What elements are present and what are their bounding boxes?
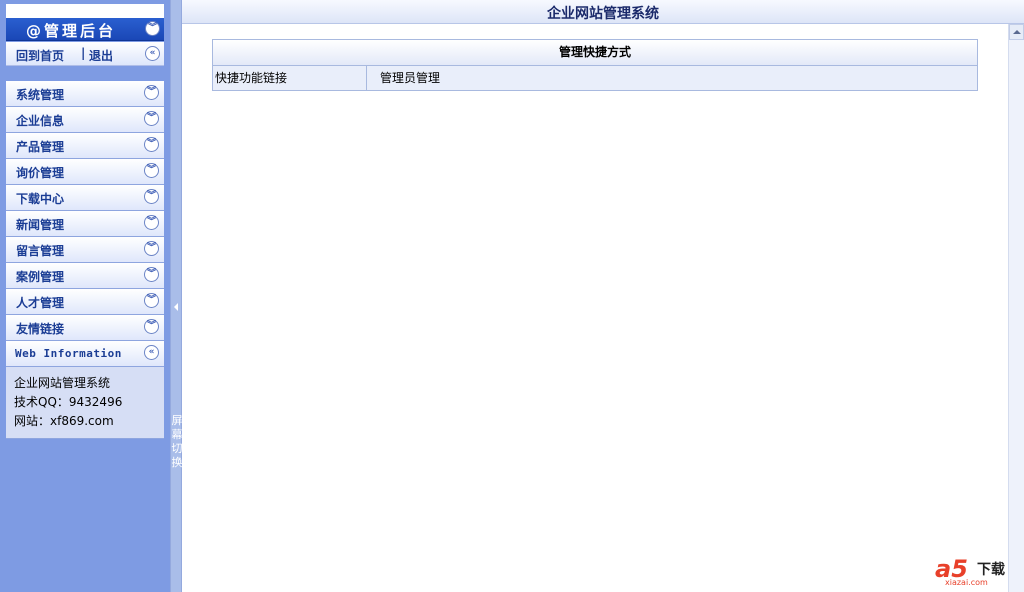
page-title: 企业网站管理系统 [547, 6, 659, 22]
sidebar-item-label: 友情链接 [16, 322, 65, 336]
sidebar-item-inquiries[interactable]: 询价管理 ︾ [6, 159, 164, 185]
sidebar-item-label: 新闻管理 [16, 218, 65, 232]
sidebar-item-label: 产品管理 [16, 140, 65, 154]
sidebar-item-downloads[interactable]: 下载中心 ︾ [6, 185, 164, 211]
info-system-name: 企业网站管理系统 [14, 376, 111, 390]
main-header: 企业网站管理系统 [182, 0, 1024, 24]
admin-management-link[interactable]: 管理员管理 [367, 66, 977, 90]
watermark-text: 下载 [977, 562, 1005, 578]
sidebar-item-talent[interactable]: 人才管理 ︾ [6, 289, 164, 315]
chevron-left-icon: « [144, 345, 159, 360]
shortcut-panel-heading: 管理快捷方式 [213, 40, 977, 66]
watermark-logo: a5 下载 xiazai.com [935, 555, 1017, 587]
web-information-header[interactable]: Web Information « [6, 341, 164, 367]
sidebar-item-cases[interactable]: 案例管理 ︾ [6, 263, 164, 289]
sidebar-item-label: 询价管理 [16, 166, 65, 180]
link-separator: | [81, 46, 86, 60]
chevron-down-icon: ︾ [144, 241, 159, 256]
sidebar-item-label: 留言管理 [16, 244, 65, 258]
quick-links-row: 回到首页 | 退出 « [6, 42, 164, 66]
sidebar-item-label: 下载中心 [16, 192, 65, 206]
chevron-down-icon: ︾ [144, 293, 159, 308]
sidebar-item-news[interactable]: 新闻管理 ︾ [6, 211, 164, 237]
sidebar-item-products[interactable]: 产品管理 ︾ [6, 133, 164, 159]
info-website: 网站：xf869.com [14, 414, 114, 428]
watermark-url: xiazai.com [945, 578, 988, 587]
chevron-down-icon[interactable]: ︾ [145, 21, 160, 36]
chevron-down-icon: ︾ [144, 111, 159, 126]
sidebar-menu: 系统管理 ︾ 企业信息 ︾ 产品管理 ︾ 询价管理 ︾ 下载中心 ︾ 新闻管理 … [6, 81, 164, 439]
web-information-body: 企业网站管理系统 技术QQ：9432496 网站：xf869.com [6, 367, 164, 439]
chevron-down-icon: ︾ [144, 267, 159, 282]
chevron-down-icon: ︾ [144, 85, 159, 100]
sidebar-title: @管理后台 [26, 22, 117, 40]
logout-link[interactable]: 退出 [89, 47, 113, 64]
home-link[interactable]: 回到首页 [16, 47, 64, 64]
sidebar-item-company-info[interactable]: 企业信息 ︾ [6, 107, 164, 133]
shortcut-panel: 管理快捷方式 快捷功能链接 管理员管理 [212, 39, 978, 91]
sidebar-item-messages[interactable]: 留言管理 ︾ [6, 237, 164, 263]
chevron-down-icon: ︾ [144, 215, 159, 230]
collapse-arrow-icon[interactable] [174, 303, 178, 311]
screen-splitter[interactable]: 屏幕切换 [170, 0, 183, 592]
main-content: 企业网站管理系统 管理快捷方式 快捷功能链接 管理员管理 a5 下载 xiaza… [182, 0, 1024, 592]
scroll-up-button[interactable] [1009, 24, 1024, 40]
chevron-down-icon: ︾ [144, 189, 159, 204]
chevron-left-icon[interactable]: « [145, 46, 160, 61]
sidebar-item-label: 系统管理 [16, 88, 65, 102]
sidebar-item-system[interactable]: 系统管理 ︾ [6, 81, 164, 107]
table-row: 快捷功能链接 管理员管理 [213, 66, 977, 90]
sidebar-title-bar: @管理后台 ︾ [6, 18, 164, 41]
sidebar-item-label: 人才管理 [16, 296, 65, 310]
info-qq: 技术QQ：9432496 [14, 395, 123, 409]
left-sidebar: @管理后台 ︾ 回到首页 | 退出 « 系统管理 ︾ 企业信息 ︾ 产品管理 ︾… [0, 0, 170, 592]
web-information-label: Web Information [15, 347, 122, 360]
shortcut-row-label: 快捷功能链接 [213, 66, 367, 90]
sidebar-item-friend-links[interactable]: 友情链接 ︾ [6, 315, 164, 341]
chevron-down-icon: ︾ [144, 163, 159, 178]
vertical-scrollbar[interactable] [1008, 24, 1024, 592]
sidebar-top-strip [6, 4, 164, 18]
chevron-down-icon: ︾ [144, 137, 159, 152]
sidebar-item-label: 企业信息 [16, 114, 65, 128]
sidebar-item-label: 案例管理 [16, 270, 65, 284]
chevron-down-icon: ︾ [144, 319, 159, 334]
